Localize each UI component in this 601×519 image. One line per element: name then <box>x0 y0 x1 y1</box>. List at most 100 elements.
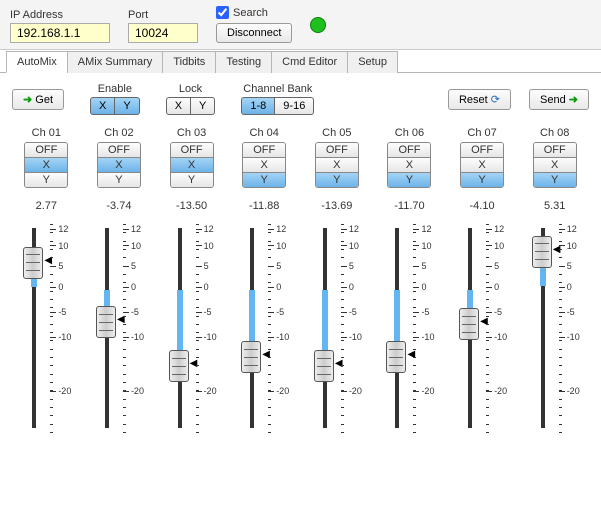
channel-y-button[interactable]: Y <box>98 172 140 187</box>
channel-x-button[interactable]: X <box>98 157 140 172</box>
channel-label: Ch 03 <box>177 127 206 139</box>
lock-group: Lock X Y <box>166 83 216 115</box>
channel-label: Ch 08 <box>540 127 569 139</box>
enable-x-button[interactable]: X <box>90 97 115 115</box>
channel-label: Ch 06 <box>395 127 424 139</box>
channel-off-button[interactable]: OFF <box>316 143 358 157</box>
channel-x-button[interactable]: X <box>461 157 503 172</box>
fader[interactable]: ◀ 121050-5-10-20 <box>452 218 512 438</box>
fader-knob[interactable] <box>96 306 116 338</box>
fader[interactable]: ◀ 121050-5-10-20 <box>16 218 76 438</box>
channel-off-button[interactable]: OFF <box>388 143 430 157</box>
channel-value: 5.31 <box>544 200 565 212</box>
fader[interactable]: ◀ 121050-5-10-20 <box>89 218 149 438</box>
bank-group: Channel Bank 1-8 9-16 <box>241 83 314 115</box>
fader-knob[interactable] <box>314 350 334 382</box>
controls-row: ➜ Get Enable X Y Lock X Y Channel Bank 1… <box>12 83 589 115</box>
channel-x-button[interactable]: X <box>316 157 358 172</box>
fader-knob[interactable] <box>532 236 552 268</box>
refresh-icon: ⟳ <box>491 94 500 106</box>
channel-y-button[interactable]: Y <box>388 172 430 187</box>
ip-input[interactable] <box>10 23 110 43</box>
channel-off-button[interactable]: OFF <box>243 143 285 157</box>
channel-2: Ch 02 OFF X Y -3.74 ◀ 121050-5-10-20 <box>85 127 154 438</box>
fader[interactable]: ◀ 121050-5-10-20 <box>307 218 367 438</box>
channel-strip-row: Ch 01 OFF X Y 2.77 ◀ 121050-5-10-20 Ch 0… <box>12 127 589 438</box>
send-button[interactable]: Send ➜ <box>529 89 589 110</box>
channel-8: Ch 08 OFF X Y 5.31 ◀ 121050-5-10-20 <box>520 127 589 438</box>
fader[interactable]: ◀ 121050-5-10-20 <box>525 218 585 438</box>
fader-scale: 121050-5-10-20 <box>413 224 443 432</box>
channel-y-button[interactable]: Y <box>534 172 576 187</box>
channel-mode-buttons: OFF X Y <box>242 142 286 188</box>
channel-y-button[interactable]: Y <box>316 172 358 187</box>
lock-x-button[interactable]: X <box>166 97 191 115</box>
tab-cmd-editor[interactable]: Cmd Editor <box>271 51 348 73</box>
channel-mode-buttons: OFF X Y <box>387 142 431 188</box>
channel-3: Ch 03 OFF X Y -13.50 ◀ 121050-5-10-20 <box>157 127 226 438</box>
search-checkbox[interactable] <box>216 6 229 19</box>
channel-off-button[interactable]: OFF <box>25 143 67 157</box>
channel-label: Ch 07 <box>467 127 496 139</box>
enable-label: Enable <box>98 83 132 95</box>
channel-value: -13.50 <box>176 200 207 212</box>
channel-y-button[interactable]: Y <box>171 172 213 187</box>
channel-value: -4.10 <box>470 200 495 212</box>
bank-label: Channel Bank <box>243 83 312 95</box>
disconnect-button[interactable]: Disconnect <box>216 23 292 43</box>
channel-x-button[interactable]: X <box>534 157 576 172</box>
fader-knob[interactable] <box>23 247 43 279</box>
channel-mode-buttons: OFF X Y <box>170 142 214 188</box>
fader[interactable]: ◀ 121050-5-10-20 <box>162 218 222 438</box>
channel-y-button[interactable]: Y <box>25 172 67 187</box>
channel-mode-buttons: OFF X Y <box>533 142 577 188</box>
fader-knob[interactable] <box>386 341 406 373</box>
channel-mode-buttons: OFF X Y <box>24 142 68 188</box>
fader[interactable]: ◀ 121050-5-10-20 <box>379 218 439 438</box>
ip-field-group: IP Address <box>10 9 110 43</box>
automix-panel: ➜ Get Enable X Y Lock X Y Channel Bank 1… <box>0 73 601 448</box>
port-input[interactable] <box>128 23 198 43</box>
tab-testing[interactable]: Testing <box>215 51 272 73</box>
bank-1-8-button[interactable]: 1-8 <box>241 97 275 115</box>
enable-y-button[interactable]: Y <box>115 97 139 115</box>
arrow-right-icon: ➜ <box>569 94 578 106</box>
tab-automix[interactable]: AutoMix <box>6 51 68 73</box>
channel-value: 2.77 <box>36 200 57 212</box>
fader-knob[interactable] <box>169 350 189 382</box>
channel-y-button[interactable]: Y <box>461 172 503 187</box>
tab-setup[interactable]: Setup <box>347 51 398 73</box>
channel-x-button[interactable]: X <box>171 157 213 172</box>
fader-knob[interactable] <box>459 308 479 340</box>
channel-value: -13.69 <box>321 200 352 212</box>
tab-amix-summary[interactable]: AMix Summary <box>67 51 164 73</box>
ip-label: IP Address <box>10 9 110 21</box>
channel-off-button[interactable]: OFF <box>461 143 503 157</box>
reset-button[interactable]: Reset ⟳ <box>448 89 511 110</box>
channel-off-button[interactable]: OFF <box>171 143 213 157</box>
channel-x-button[interactable]: X <box>388 157 430 172</box>
channel-off-button[interactable]: OFF <box>98 143 140 157</box>
channel-mode-buttons: OFF X Y <box>315 142 359 188</box>
bank-9-16-button[interactable]: 9-16 <box>275 97 314 115</box>
channel-value: -11.88 <box>249 200 279 212</box>
fader-knob[interactable] <box>241 341 261 373</box>
channel-off-button[interactable]: OFF <box>534 143 576 157</box>
channel-y-button[interactable]: Y <box>243 172 285 187</box>
get-button[interactable]: ➜ Get <box>12 89 64 110</box>
port-label: Port <box>128 9 198 21</box>
search-label: Search <box>233 7 268 19</box>
channel-label: Ch 01 <box>32 127 61 139</box>
tab-tidbits[interactable]: Tidbits <box>162 51 216 73</box>
channel-x-button[interactable]: X <box>25 157 67 172</box>
channel-x-button[interactable]: X <box>243 157 285 172</box>
lock-y-button[interactable]: Y <box>191 97 215 115</box>
fader-scale: 121050-5-10-20 <box>268 224 298 432</box>
channel-6: Ch 06 OFF X Y -11.70 ◀ 121050-5-10-20 <box>375 127 444 438</box>
fader-scale: 121050-5-10-20 <box>341 224 371 432</box>
port-field-group: Port <box>128 9 198 43</box>
fader-scale: 121050-5-10-20 <box>123 224 153 432</box>
channel-4: Ch 04 OFF X Y -11.88 ◀ 121050-5-10-20 <box>230 127 299 438</box>
fader[interactable]: ◀ 121050-5-10-20 <box>234 218 294 438</box>
enable-group: Enable X Y <box>90 83 140 115</box>
